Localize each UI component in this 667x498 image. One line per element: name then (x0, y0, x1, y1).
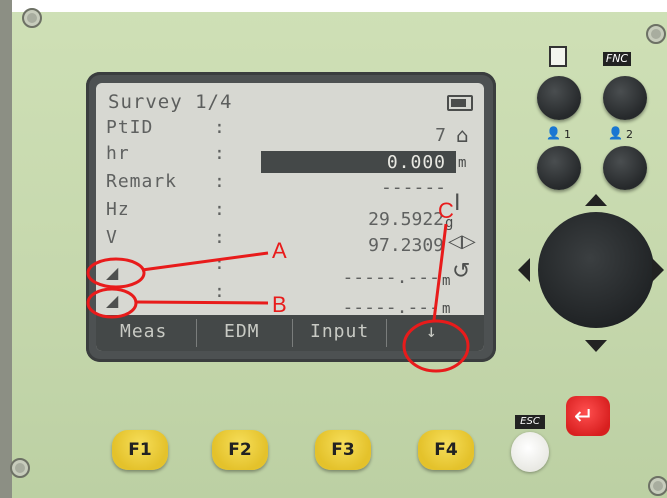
annotation-label-b: B (272, 292, 287, 317)
annotation-label-a: A (272, 238, 287, 263)
annotation-line-c (432, 223, 448, 321)
annotation-circle-a (86, 257, 146, 289)
annotation-line-a (141, 251, 269, 272)
annotation-overlay (86, 223, 470, 373)
annotation-circle-b (86, 287, 138, 319)
annotation-label-c: C (438, 198, 454, 223)
annotation-line-b (135, 300, 269, 305)
annotation-circle-c (402, 319, 470, 373)
